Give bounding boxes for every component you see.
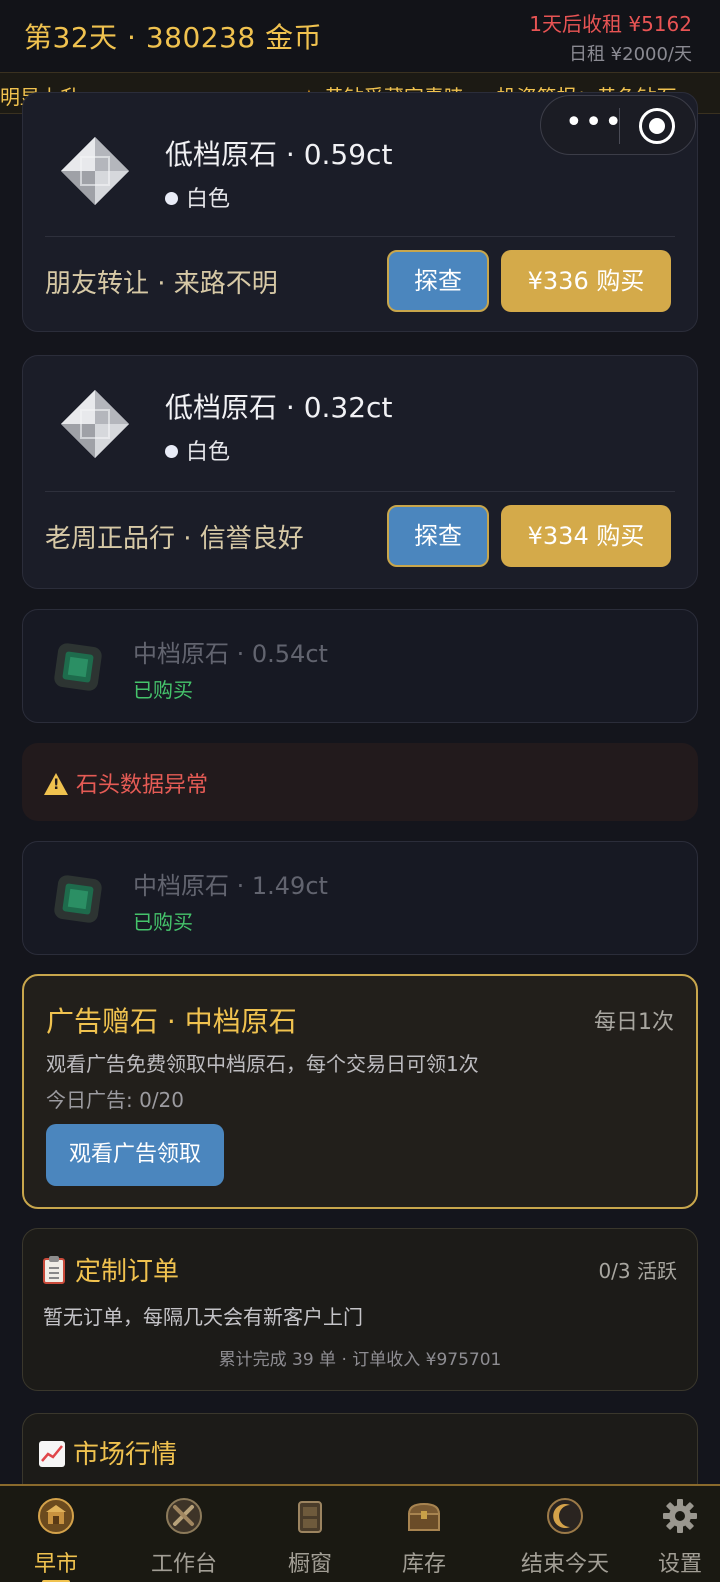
- nav-item-settings[interactable]: 设置: [644, 1486, 716, 1582]
- bottom-navigation: 早市 工作台 橱窗 库存 结束今天 设置: [0, 1484, 720, 1582]
- stone-title: 低档原石 · 0.59ct: [165, 138, 393, 171]
- nav-label: 库存: [401, 1552, 446, 1577]
- inspect-button[interactable]: 探查: [387, 250, 489, 312]
- color-dot-icon: [165, 444, 178, 458]
- stone-color: 白色: [165, 434, 230, 466]
- display-case-icon: [298, 1501, 322, 1533]
- orders-stats: 累计完成 39 单 · 订单收入 ¥975701: [218, 1350, 502, 1370]
- ad-gift-stone-card: 广告赠石 · 中档原石 每日1次 观看广告免费领取中档原石，每个交易日可领1次 …: [22, 974, 698, 1209]
- buy-button[interactable]: ¥334 购买: [501, 505, 671, 567]
- stone-title: 中档原石 · 1.49ct: [133, 872, 328, 900]
- purchased-stone-card: 中档原石 · 1.49ct 已购买: [22, 841, 698, 955]
- emerald-stone-icon: [54, 875, 102, 923]
- day-and-coins: 第32天 · 380238 金币: [24, 21, 323, 54]
- stone-listing-card: 低档原石 · 0.32ct 白色 老周正品行 · 信誉良好 探查 ¥334 购买: [22, 355, 698, 589]
- stone-title: 低档原石 · 0.32ct: [165, 391, 393, 424]
- capsule-divider: [619, 108, 620, 144]
- stone-color-label: 白色: [186, 187, 231, 212]
- data-error-alert: 石头数据异常: [22, 743, 698, 821]
- ad-card-title: 广告赠石 · 中档原石: [46, 1005, 297, 1038]
- rent-due-notice: 1天后收租 ¥5162: [529, 12, 692, 36]
- buy-button[interactable]: ¥336 购买: [501, 250, 671, 312]
- purchased-stone-card: 中档原石 · 0.54ct 已购买: [22, 609, 698, 723]
- stone-source: 朋友转让 · 来路不明: [45, 269, 278, 299]
- nav-item-showcase[interactable]: 橱窗: [262, 1486, 358, 1582]
- alert-text: 石头数据异常: [76, 773, 209, 798]
- emerald-stone-icon: [54, 643, 102, 691]
- purchased-status: 已购买: [133, 910, 193, 934]
- treasure-chest-icon: [407, 1502, 441, 1531]
- orders-title-text: 定制订单: [75, 1257, 180, 1287]
- market-title-text: 市场行情: [73, 1440, 178, 1470]
- nav-label: 设置: [657, 1552, 702, 1577]
- custom-orders-card: 定制订单 0/3 活跃 暂无订单，每隔几天会有新客户上门 累计完成 39 单 ·…: [22, 1228, 698, 1391]
- warning-icon: [44, 773, 68, 795]
- top-status-bar: 第32天 · 380238 金币 1天后收租 ¥5162 日租 ¥2000/天: [0, 0, 720, 72]
- close-miniprogram-icon[interactable]: [639, 108, 675, 144]
- stone-color-label: 白色: [186, 440, 231, 465]
- workbench-tools-icon: [166, 1498, 202, 1534]
- gear-icon: [663, 1499, 697, 1533]
- card-divider: [45, 236, 675, 237]
- orders-title: 定制订单: [43, 1251, 179, 1288]
- nav-item-market[interactable]: 早市: [8, 1486, 104, 1582]
- stone-title: 中档原石 · 0.54ct: [133, 640, 328, 668]
- market-stall-icon: [38, 1498, 74, 1534]
- nav-label: 工作台: [150, 1552, 217, 1577]
- miniprogram-capsule: •••: [540, 95, 696, 155]
- inspect-button[interactable]: 探查: [387, 505, 489, 567]
- watch-ad-button[interactable]: 观看广告领取: [46, 1124, 224, 1186]
- purchased-status: 已购买: [133, 678, 193, 702]
- rough-diamond-icon: [61, 137, 129, 205]
- ad-daily-count: 今日广告: 0/20: [46, 1088, 185, 1112]
- color-dot-icon: [165, 191, 178, 205]
- nav-label: 结束今天: [520, 1552, 609, 1577]
- stone-source: 老周正品行 · 信誉良好: [45, 524, 304, 554]
- chart-increasing-icon: [39, 1440, 65, 1467]
- moon-end-day-icon: [547, 1498, 583, 1534]
- rough-diamond-icon: [61, 390, 129, 458]
- active-orders-count: 0/3 活跃: [598, 1259, 677, 1283]
- more-options-icon[interactable]: •••: [565, 106, 622, 146]
- stone-color: 白色: [165, 181, 230, 213]
- nav-item-end-day[interactable]: 结束今天: [502, 1486, 628, 1582]
- nav-item-inventory[interactable]: 库存: [376, 1486, 472, 1582]
- orders-empty-message: 暂无订单，每隔几天会有新客户上门: [43, 1305, 363, 1329]
- nav-label: 橱窗: [287, 1552, 332, 1577]
- card-divider: [45, 491, 675, 492]
- clipboard-icon: [43, 1255, 65, 1284]
- ad-description: 观看广告免费领取中档原石，每个交易日可领1次: [46, 1052, 479, 1076]
- nav-label: 早市: [33, 1552, 78, 1577]
- ad-frequency: 每日1次: [594, 1010, 674, 1035]
- nav-item-workbench[interactable]: 工作台: [136, 1486, 232, 1582]
- alert-message: 石头数据异常: [44, 767, 208, 799]
- daily-rent: 日租 ¥2000/天: [568, 44, 692, 65]
- market-title: 市场行情: [39, 1434, 177, 1471]
